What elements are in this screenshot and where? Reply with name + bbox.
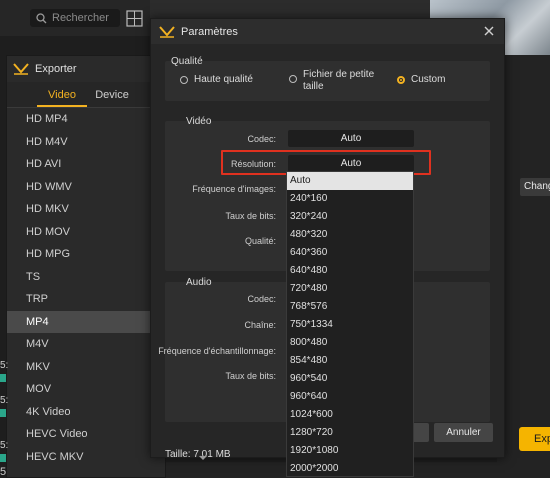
video-bitrate-label: Taux de bits: [225, 211, 276, 221]
close-icon[interactable] [482, 24, 496, 38]
resolution-option[interactable]: 640*480 [287, 262, 413, 280]
radio-label: Haute qualité [194, 74, 253, 85]
resolution-option[interactable]: 1920*1080 [287, 442, 413, 460]
format-item[interactable]: HD MP4 [7, 108, 165, 131]
timeline-clip [0, 374, 6, 382]
format-item[interactable]: HD MOV [7, 221, 165, 244]
cancel-button[interactable]: Annuler [434, 423, 493, 442]
video-section-title: Vidéo [186, 116, 212, 127]
editor-preview-strip [150, 0, 430, 20]
audio-bitrate-label: Taux de bits: [225, 371, 276, 381]
framerate-label: Fréquence d'images: [192, 184, 276, 194]
media-search-input[interactable]: Rechercher [30, 9, 120, 27]
radio-circle [289, 75, 297, 83]
timeline-clip [0, 409, 6, 417]
format-item[interactable]: HD MKV [7, 198, 165, 221]
tab-video[interactable]: Video [37, 82, 87, 107]
radio-custom[interactable]: Custom [397, 74, 445, 85]
video-quality-label: Qualité: [244, 236, 276, 246]
exporter-title: Exporter [35, 63, 77, 75]
format-item[interactable]: MP4 [7, 310, 165, 333]
resolution-option[interactable]: 800*480 [287, 334, 413, 352]
change-button[interactable]: Chang [520, 178, 550, 196]
resolution-option[interactable]: 480*320 [287, 226, 413, 244]
resolution-option[interactable]: 768*576 [287, 298, 413, 316]
format-item[interactable]: TS [7, 266, 165, 289]
timeline-mark: 5: [0, 440, 9, 451]
export-button[interactable]: Exp [519, 427, 550, 451]
audio-section-title: Audio [186, 277, 212, 288]
dialog-title: Paramètres [181, 25, 238, 38]
radio-label: Custom [411, 74, 446, 85]
tab-device[interactable]: Device [87, 82, 137, 107]
app-logo-icon [13, 63, 29, 75]
output-size-text: Taille: 7.01 MB [165, 449, 231, 460]
radio-circle-selected [397, 76, 405, 84]
exporter-tabs: Video Device [7, 82, 165, 108]
radio-circle [180, 76, 188, 84]
app-logo-icon [159, 25, 175, 38]
format-list: HD MP4 HD M4V HD AVI HD WMV HD MKV HD MOV HD M… [7, 108, 165, 468]
resolution-option[interactable]: 2000*2000 [287, 460, 413, 478]
format-item[interactable]: HEVC MKV [7, 446, 165, 469]
codec-select[interactable]: Auto [288, 130, 414, 147]
audio-samplerate-label: Fréquence d'échantillonnage: [158, 346, 276, 356]
resolution-option[interactable]: 1280*720 [287, 424, 413, 442]
resolution-option[interactable]: 960*540 [287, 370, 413, 388]
resolution-option[interactable]: 240*160 [287, 190, 413, 208]
resolution-option[interactable]: 640*360 [287, 244, 413, 262]
resolution-dropdown-list[interactable]: Auto 240*160 320*240 480*320 640*360 640*480 7… [286, 171, 414, 477]
grid-view-icon[interactable] [126, 10, 143, 27]
resolution-option[interactable]: 1024*600 [287, 406, 413, 424]
format-item[interactable]: MOV [7, 378, 165, 401]
radio-high-quality[interactable]: Haute qualité [180, 74, 253, 85]
quality-section-title: Qualité [171, 56, 203, 67]
format-item[interactable]: HD AVI [7, 153, 165, 176]
radio-small-file[interactable]: Fichier de petite taille [289, 69, 379, 93]
search-icon [36, 12, 47, 23]
dialog-title-bar: Paramètres [151, 19, 504, 44]
audio-channel-label: Chaîne: [244, 320, 276, 330]
resolution-option[interactable]: 854*480 [287, 352, 413, 370]
exporter-title-bar: Exporter [7, 56, 165, 82]
timeline-clip [0, 454, 6, 462]
resolution-option[interactable]: Auto [287, 172, 413, 190]
format-item[interactable]: HD MPG [7, 243, 165, 266]
format-item[interactable]: HEVC Video [7, 423, 165, 446]
exporter-window: Exporter Video Device HD MP4 HD M4V HD AVI… [6, 55, 166, 478]
resolution-option[interactable]: 960*640 [287, 388, 413, 406]
resolution-option[interactable]: 720*480 [287, 280, 413, 298]
resolution-option[interactable]: 320*240 [287, 208, 413, 226]
format-item[interactable]: 4K Video [7, 401, 165, 424]
timeline-mark: 5: [0, 395, 9, 406]
audio-codec-label: Codec: [247, 294, 276, 304]
radio-label: Fichier de petite taille [303, 69, 375, 92]
search-placeholder: Rechercher [52, 12, 109, 24]
format-item[interactable]: HD WMV [7, 176, 165, 199]
scroll-down-arrow-icon[interactable] [199, 456, 207, 460]
resolution-option[interactable]: 750*1334 [287, 316, 413, 334]
format-item[interactable]: TRP [7, 288, 165, 311]
format-item[interactable]: MKV [7, 356, 165, 379]
codec-label: Codec: [247, 134, 276, 144]
format-item[interactable]: HD M4V [7, 131, 165, 154]
timeline-mark: 5: [0, 360, 9, 371]
